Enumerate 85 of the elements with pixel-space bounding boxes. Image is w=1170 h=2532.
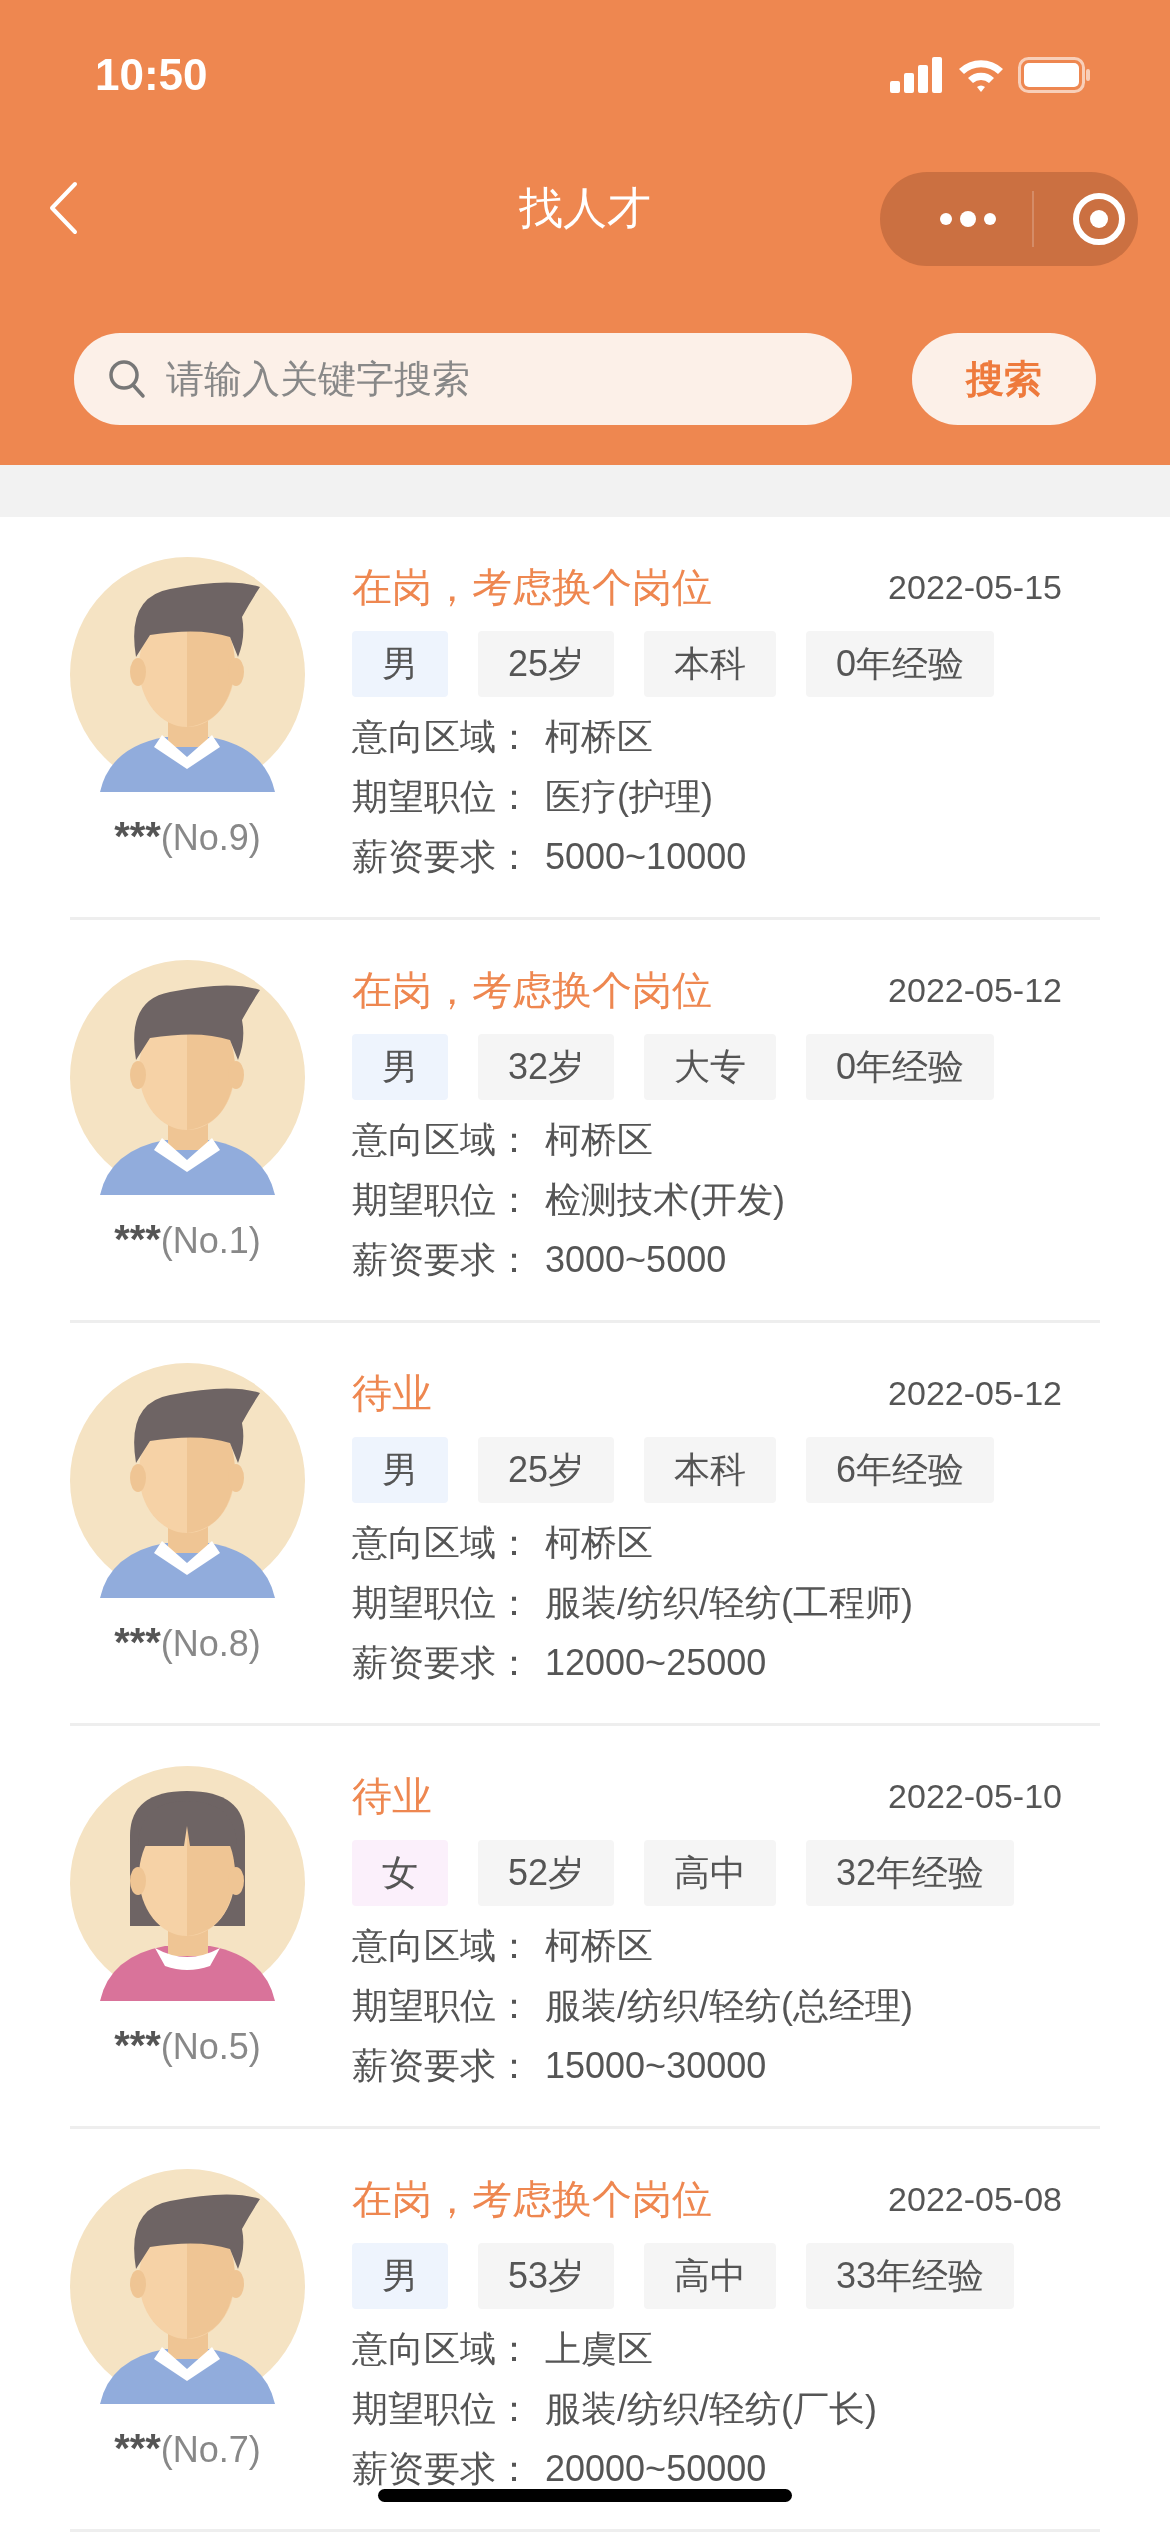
info-tag: 52岁 [478, 1840, 615, 1906]
candidate-name: *** [114, 813, 161, 860]
field-value: 柯桥区 [545, 1118, 653, 1162]
search-icon [108, 359, 146, 399]
job-status: 待业 [352, 1773, 432, 1820]
candidate-name: *** [114, 1619, 161, 1666]
target-icon[interactable] [1072, 192, 1126, 246]
field-label: 薪资要求： [352, 2044, 533, 2088]
candidate-name: *** [114, 2022, 161, 2069]
candidate-number: (No.5) [160, 2025, 261, 2069]
field-value: 柯桥区 [545, 715, 653, 759]
field-label: 期望职位： [352, 1984, 533, 2028]
gender-tag: 男 [352, 1034, 448, 1100]
field-value: 服装/纺织/轻纺(总经理) [545, 1984, 913, 2028]
candidate-name: *** [114, 2425, 161, 2472]
field-label: 期望职位： [352, 2387, 533, 2431]
info-tag: 32年经验 [806, 1840, 1015, 1906]
post-date: 2022-05-15 [888, 566, 1062, 608]
avatar-icon [70, 960, 305, 1195]
info-tag: 33年经验 [806, 2243, 1015, 2309]
field-value: 5000~10000 [545, 835, 747, 879]
info-tag: 0年经验 [806, 631, 995, 697]
gender-tag: 女 [352, 1840, 448, 1906]
candidate-number: (No.9) [160, 816, 261, 860]
candidate-name: *** [114, 1216, 161, 1263]
candidate-number: (No.1) [160, 1219, 261, 1263]
info-tag: 25岁 [478, 631, 615, 697]
field-label: 期望职位： [352, 775, 533, 819]
field-value: 柯桥区 [545, 1521, 653, 1565]
search-button[interactable]: 搜索 [912, 333, 1096, 425]
avatar-icon [70, 1766, 305, 2001]
field-value: 3000~5000 [545, 1238, 727, 1282]
field-value: 医疗(护理) [545, 775, 713, 819]
info-tag: 本科 [644, 631, 777, 697]
job-status: 在岗，考虑换个岗位 [352, 2176, 712, 2223]
status-time: 10:50 [95, 49, 208, 101]
field-label: 意向区域： [352, 2327, 533, 2371]
info-tag: 53岁 [478, 2243, 615, 2309]
page-title: 找人才 [518, 181, 652, 234]
field-label: 薪资要求： [352, 835, 533, 879]
info-tag: 高中 [644, 1840, 777, 1906]
gender-tag: 男 [352, 631, 448, 697]
field-label: 薪资要求： [352, 2447, 533, 2491]
post-date: 2022-05-10 [888, 1775, 1062, 1817]
info-tag: 25岁 [478, 1437, 615, 1503]
back-icon[interactable] [48, 180, 78, 235]
post-date: 2022-05-08 [888, 2178, 1062, 2220]
candidate-number: (No.8) [160, 1622, 261, 1666]
info-tag: 高中 [644, 2243, 777, 2309]
field-value: 服装/纺织/轻纺(厂长) [545, 2387, 877, 2431]
job-status: 在岗，考虑换个岗位 [352, 967, 712, 1014]
field-value: 15000~30000 [545, 2044, 767, 2088]
battery-icon [1018, 57, 1092, 93]
field-value: 上虞区 [545, 2327, 653, 2371]
info-tag: 本科 [644, 1437, 777, 1503]
more-icon[interactable] [938, 209, 998, 229]
field-label: 意向区域： [352, 1118, 533, 1162]
avatar-icon [70, 2169, 305, 2404]
field-value: 服装/纺织/轻纺(工程师) [545, 1581, 913, 1625]
field-label: 意向区域： [352, 1521, 533, 1565]
avatar-icon [70, 557, 305, 792]
field-label: 期望职位： [352, 1178, 533, 1222]
gender-tag: 男 [352, 2243, 448, 2309]
search-field[interactable]: 请输入关键字搜索 [74, 333, 852, 425]
signal-icon [890, 57, 944, 93]
info-tag: 32岁 [478, 1034, 615, 1100]
field-value: 检测技术(开发) [545, 1178, 785, 1222]
field-label: 薪资要求： [352, 1238, 533, 1282]
post-date: 2022-05-12 [888, 969, 1062, 1011]
post-date: 2022-05-12 [888, 1372, 1062, 1414]
field-label: 期望职位： [352, 1581, 533, 1625]
info-tag: 0年经验 [806, 1034, 995, 1100]
field-label: 意向区域： [352, 1924, 533, 1968]
job-status: 待业 [352, 1370, 432, 1417]
gender-tag: 男 [352, 1437, 448, 1503]
field-label: 薪资要求： [352, 1641, 533, 1685]
avatar-icon [70, 1363, 305, 1598]
field-label: 意向区域： [352, 715, 533, 759]
candidate-number: (No.7) [160, 2428, 261, 2472]
field-value: 柯桥区 [545, 1924, 653, 1968]
field-value: 20000~50000 [545, 2447, 767, 2491]
info-tag: 6年经验 [806, 1437, 995, 1503]
info-tag: 大专 [644, 1034, 777, 1100]
field-value: 12000~25000 [545, 1641, 767, 1685]
job-status: 在岗，考虑换个岗位 [352, 564, 712, 611]
